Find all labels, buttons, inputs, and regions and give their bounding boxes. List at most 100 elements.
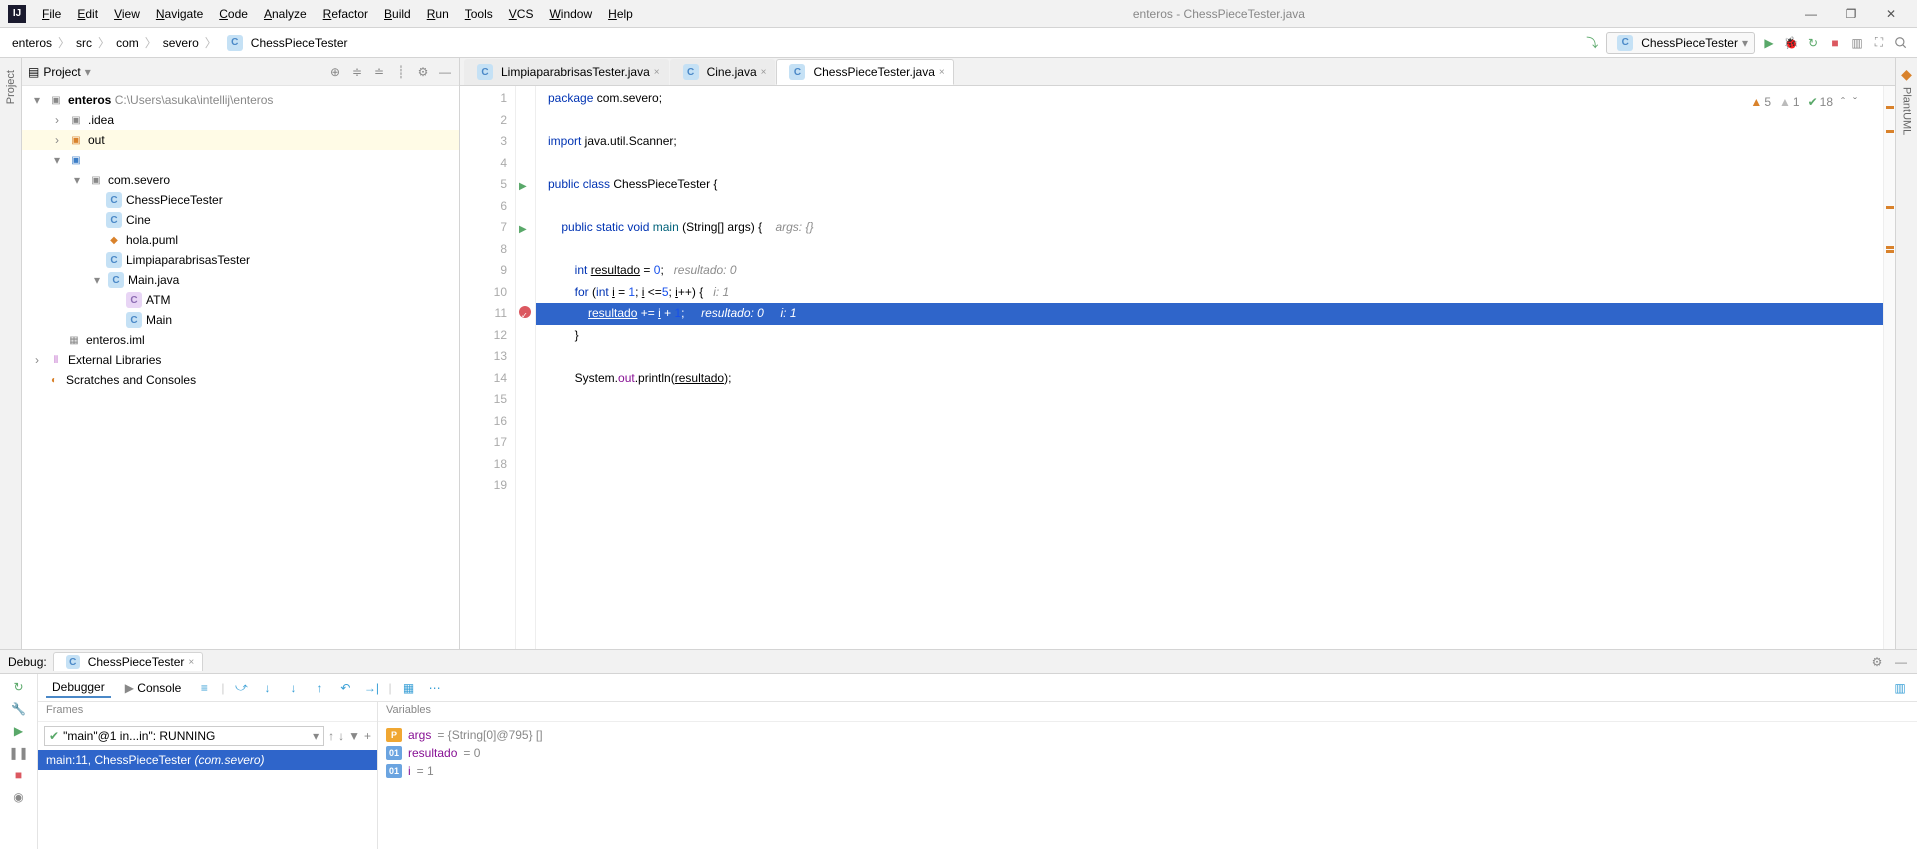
project-tool-tab[interactable]: Project	[5, 66, 17, 108]
drop-frame-icon[interactable]: ↶	[336, 679, 354, 697]
plantuml-tool-tab[interactable]: PlantUML	[1901, 83, 1913, 139]
console-tab[interactable]: ▶ Console	[119, 679, 188, 697]
menu-window[interactable]: Window	[541, 7, 600, 21]
debugger-tab[interactable]: Debugger	[46, 678, 111, 698]
variable-row[interactable]: 01i = 1	[386, 762, 1909, 780]
run-config-selector[interactable]: C ChessPieceTester ▾	[1606, 32, 1755, 54]
pause-icon[interactable]: ❚❚	[8, 746, 28, 760]
rerun-icon[interactable]: ↻	[13, 680, 23, 694]
hide-icon[interactable]: —	[437, 64, 453, 80]
menu-build[interactable]: Build	[376, 7, 419, 21]
code-line[interactable]: public class ChessPieceTester {	[536, 174, 1895, 196]
menu-edit[interactable]: Edit	[69, 7, 106, 21]
menu-file[interactable]: File	[34, 7, 69, 21]
tree-root[interactable]: enteros	[68, 93, 111, 107]
code-line[interactable]	[536, 432, 1895, 454]
code-line[interactable]	[536, 389, 1895, 411]
menu-analyze[interactable]: Analyze	[256, 7, 315, 21]
layout-icon[interactable]: ▥	[1849, 35, 1865, 51]
code-line[interactable]	[536, 196, 1895, 218]
collapse-all-icon[interactable]: ≐	[371, 64, 387, 80]
tree-scratch[interactable]: Scratches and Consoles	[66, 373, 196, 387]
menu-help[interactable]: Help	[600, 7, 641, 21]
tree-iml[interactable]: enteros.iml	[86, 333, 145, 347]
breakpoints-icon[interactable]: ◉	[13, 790, 23, 804]
menu-refactor[interactable]: Refactor	[315, 7, 376, 21]
code-line[interactable]	[536, 411, 1895, 433]
breadcrumb[interactable]: enteros	[8, 36, 56, 50]
debug-settings-icon[interactable]: ⚙	[1869, 654, 1885, 670]
menu-tools[interactable]: Tools	[457, 7, 501, 21]
menu-run[interactable]: Run	[419, 7, 457, 21]
debug-session-tab[interactable]: C ChessPieceTester ×	[53, 652, 204, 671]
tree-file-hola[interactable]: hola.puml	[126, 233, 178, 247]
code-line[interactable]: package com.severo;	[536, 88, 1895, 110]
minimize-icon[interactable]: —	[1797, 4, 1825, 24]
tree-file-mainj[interactable]: Main.java	[128, 273, 179, 287]
code-line[interactable]: }	[536, 325, 1895, 347]
code-line[interactable]	[536, 346, 1895, 368]
tree-extlib[interactable]: External Libraries	[68, 353, 161, 367]
add-icon[interactable]: +	[364, 729, 371, 743]
project-tree[interactable]: ▾▣enteros C:\Users\asuka\intellij\entero…	[22, 86, 459, 649]
menu-view[interactable]: View	[106, 7, 148, 21]
stop-debug-icon[interactable]: ■	[15, 768, 22, 782]
tree-file-limp[interactable]: LimpiaparabrisasTester	[126, 253, 250, 267]
inspection-widget[interactable]: ▲5 ▲1 ✔18 ˆˇ	[1746, 90, 1861, 116]
code-line[interactable]: public static void main (String[] args) …	[536, 217, 1895, 239]
code-line[interactable]	[536, 239, 1895, 261]
variable-row[interactable]: Pargs = {String[0]@795} []	[386, 726, 1909, 744]
code-line[interactable]	[536, 475, 1895, 497]
tree-file-cine[interactable]: Cine	[126, 213, 151, 227]
debug-icon[interactable]: 🐞	[1783, 35, 1799, 51]
filter-icon[interactable]: ▼	[348, 729, 360, 743]
prev-frame-icon[interactable]: ↑	[328, 729, 334, 743]
coverage-icon[interactable]: ↻	[1805, 35, 1821, 51]
code-line[interactable]: int resultado = 0; resultado: 0	[536, 260, 1895, 282]
editor-tab[interactable]: CCine.java×	[670, 59, 776, 85]
stop-icon[interactable]: ■	[1827, 35, 1843, 51]
menu-navigate[interactable]: Navigate	[148, 7, 211, 21]
tree-pkg[interactable]: com.severo	[108, 173, 170, 187]
code-line[interactable]: System.out.println(resultado);	[536, 368, 1895, 390]
tree-idea[interactable]: .idea	[88, 113, 114, 127]
maximize-icon[interactable]: ❐	[1837, 4, 1865, 24]
editor-tab[interactable]: CLimpiaparabrisasTester.java×	[464, 59, 669, 85]
variable-row[interactable]: 01resultado = 0	[386, 744, 1909, 762]
step-into-icon[interactable]: ↓	[258, 679, 276, 697]
layout-settings-icon[interactable]: ▥	[1891, 679, 1909, 697]
breadcrumb[interactable]: com	[112, 36, 143, 50]
resume-icon[interactable]: ▶	[14, 724, 23, 738]
locate-icon[interactable]: ⊕	[327, 64, 343, 80]
force-step-into-icon[interactable]: ↓	[284, 679, 302, 697]
threads-icon[interactable]: ≡	[195, 679, 213, 697]
tree-out[interactable]: out	[88, 133, 105, 147]
wrench-icon[interactable]: 🔧	[11, 702, 26, 716]
build-icon[interactable]: ⤵	[1584, 35, 1600, 51]
thread-selector[interactable]: ✔ "main"@1 in...in": RUNNING ▾	[44, 726, 324, 746]
menu-vcs[interactable]: VCS	[501, 7, 542, 21]
tree-file-chess[interactable]: ChessPieceTester	[126, 193, 223, 207]
code-line[interactable]: resultado += i + 1; resultado: 0 i: 1	[536, 303, 1895, 325]
close-icon[interactable]: ✕	[1877, 4, 1905, 24]
editor-tab[interactable]: CChessPieceTester.java×	[776, 59, 953, 85]
expand-all-icon[interactable]: ≑	[349, 64, 365, 80]
plantuml-icon[interactable]: ◆	[1901, 66, 1912, 83]
tree-file-mainc[interactable]: Main	[146, 313, 172, 327]
expand-icon[interactable]: ⛶	[1871, 35, 1887, 51]
run-icon[interactable]: ▶	[1761, 35, 1777, 51]
code-line[interactable]	[536, 110, 1895, 132]
breadcrumb[interactable]: CChessPieceTester	[219, 35, 352, 51]
settings-gear-icon[interactable]: ⚙	[415, 64, 431, 80]
code-line[interactable]: import java.util.Scanner;	[536, 131, 1895, 153]
frame-row[interactable]: main:11, ChessPieceTester (com.severo)	[38, 750, 377, 770]
menu-code[interactable]: Code	[211, 7, 256, 21]
next-frame-icon[interactable]: ↓	[338, 729, 344, 743]
run-to-cursor-icon[interactable]: →|	[362, 679, 380, 697]
tree-file-atm[interactable]: ATM	[146, 293, 170, 307]
code-line[interactable]	[536, 454, 1895, 476]
code-area[interactable]: 12345678910111213141516171819 ▶▶ package…	[460, 86, 1895, 649]
breadcrumb[interactable]: severo	[159, 36, 203, 50]
more-icon[interactable]: ⋯	[426, 679, 444, 697]
debug-hide-icon[interactable]: —	[1893, 654, 1909, 670]
